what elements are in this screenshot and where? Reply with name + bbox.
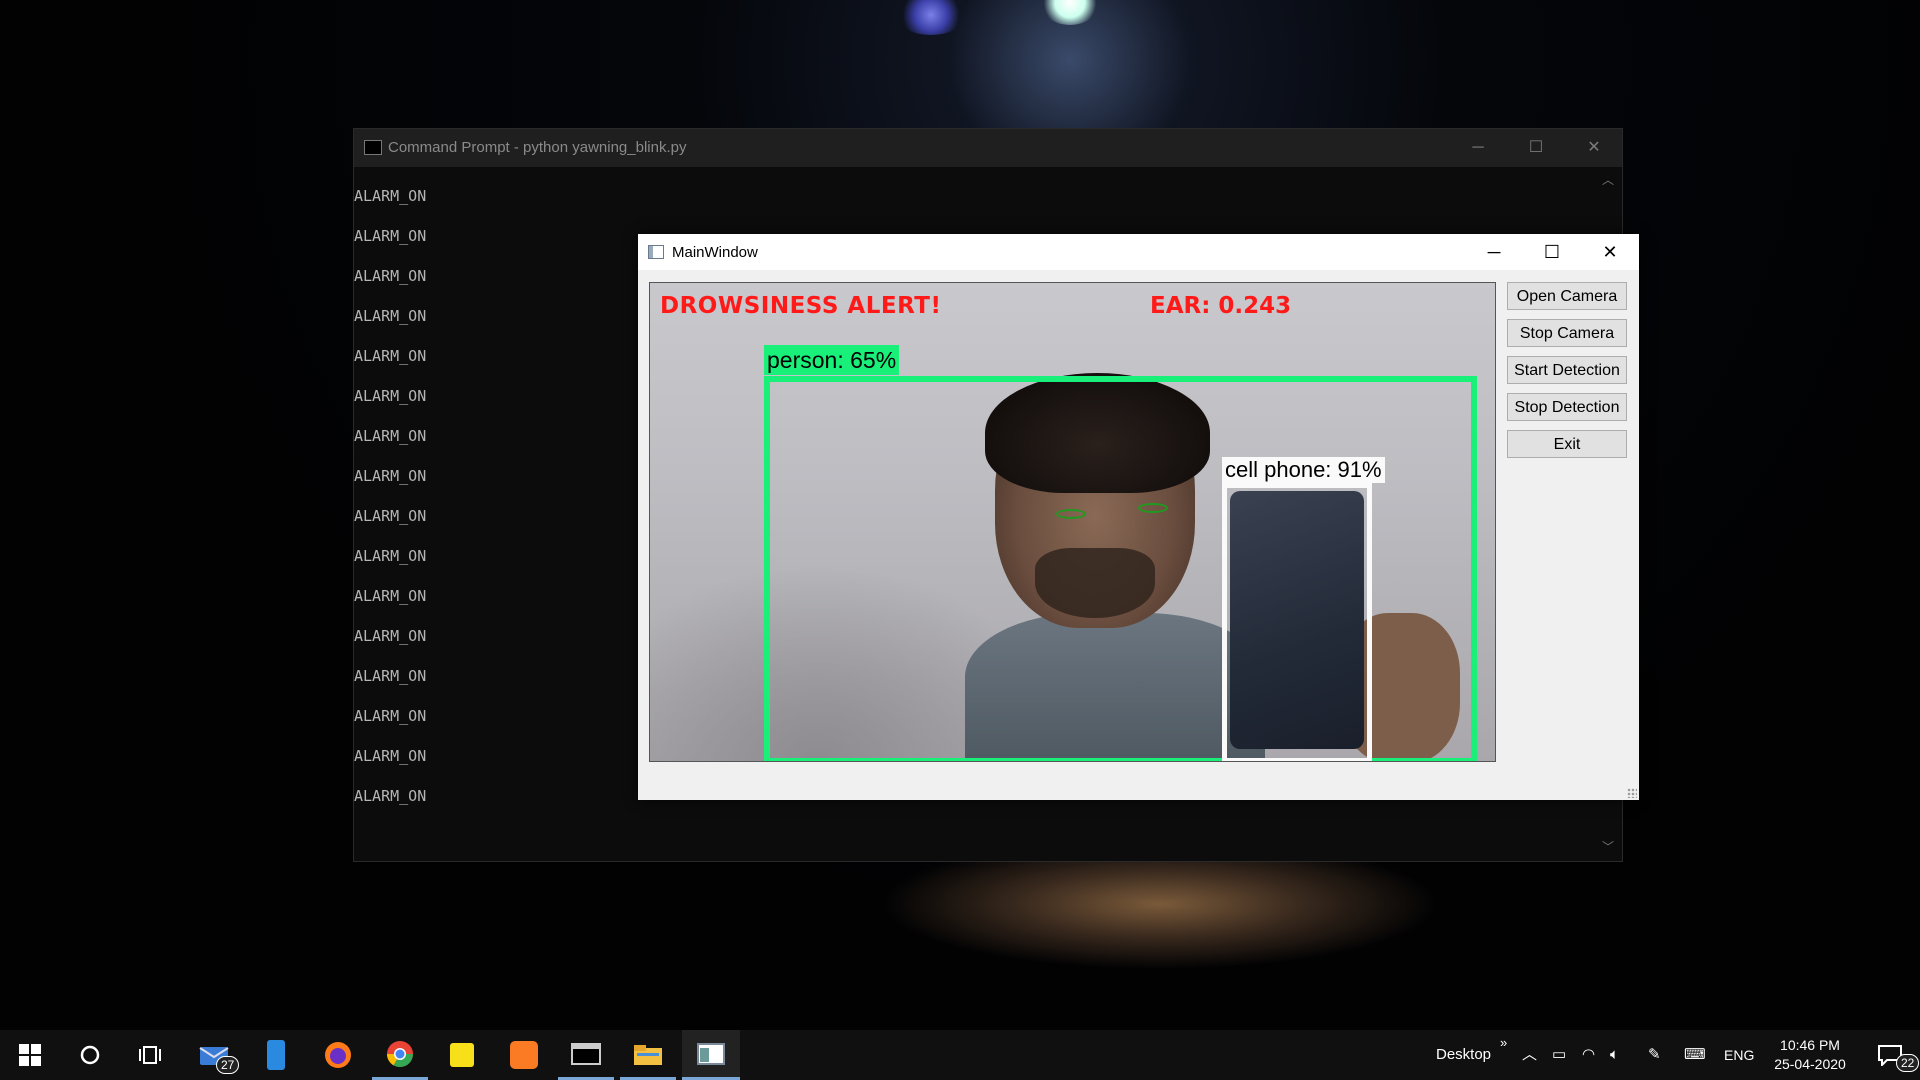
firefox-icon[interactable]: [310, 1030, 366, 1080]
background-light: [1040, 0, 1100, 25]
battery-icon[interactable]: ▭: [1552, 1030, 1566, 1080]
stop-camera-button[interactable]: Stop Camera: [1507, 319, 1627, 347]
cmd-minimize-button[interactable]: ─: [1449, 129, 1507, 167]
cmd-output-line: ALARM_ON: [354, 587, 427, 605]
phone-detection-label: cell phone: 91%: [1222, 457, 1385, 483]
mail-badge: 27: [216, 1056, 240, 1074]
main-window-title: MainWindow: [672, 244, 758, 261]
cmd-scroll-up-arrow[interactable]: ︿: [1602, 171, 1614, 188]
cmd-output-line: ALARM_ON: [354, 267, 427, 285]
cmd-output-line: ALARM_ON: [354, 427, 427, 445]
open-camera-button[interactable]: Open Camera: [1507, 282, 1627, 310]
stop-detection-button[interactable]: Stop Detection: [1507, 393, 1627, 421]
xampp-icon[interactable]: [496, 1030, 552, 1080]
file-explorer-icon[interactable]: [620, 1030, 676, 1080]
language-indicator[interactable]: ENG: [1724, 1030, 1754, 1080]
cmd-output-line: ALARM_ON: [354, 187, 427, 205]
cmd-output-line: ALARM_ON: [354, 627, 427, 645]
background-table: [880, 860, 1440, 970]
resize-grip-icon[interactable]: [1627, 788, 1637, 798]
phone-detection-box: [1222, 483, 1372, 761]
chrome-icon[interactable]: [372, 1030, 428, 1080]
cortana-icon[interactable]: [62, 1030, 118, 1080]
cmd-close-button[interactable]: ✕: [1565, 129, 1623, 167]
cmd-title: Command Prompt - python yawning_blink.py: [388, 139, 687, 156]
minimize-button[interactable]: ─: [1465, 234, 1523, 270]
cmd-output-line: ALARM_ON: [354, 747, 427, 765]
main-window[interactable]: MainWindow ─ ☐ ✕ DROWSINESS ALERT! EAR: …: [638, 234, 1639, 800]
cmd-output-line: ALARM_ON: [354, 707, 427, 725]
mainwindow-app-icon[interactable]: [682, 1030, 740, 1080]
cmd-title-bar[interactable]: Command Prompt - python yawning_blink.py…: [354, 129, 1622, 167]
mail-icon[interactable]: 27: [186, 1030, 242, 1080]
cmd-output-line: ALARM_ON: [354, 507, 427, 525]
clock-date: 25-04-2020: [1774, 1056, 1846, 1072]
cmd-output: ALARM_ON ALARM_ON ALARM_ON ALARM_ON ALAR…: [354, 187, 426, 827]
main-window-app-icon: [648, 245, 664, 259]
notification-count-badge: 22: [1896, 1054, 1920, 1072]
cmd-app-icon: [364, 140, 382, 155]
taskbar: 27 Desktop » ︿ ▭ ◠ 🔈︎ ✎ ⌨ ENG 10:46 PM 2…: [0, 1030, 1920, 1080]
cmd-maximize-button[interactable]: ☐: [1507, 129, 1565, 167]
drowsiness-alert-text: DROWSINESS ALERT!: [660, 293, 942, 319]
cmd-output-line: ALARM_ON: [354, 547, 427, 565]
clock-time: 10:46 PM: [1780, 1037, 1840, 1053]
exit-button[interactable]: Exit: [1507, 430, 1627, 458]
cmd-output-line: ALARM_ON: [354, 787, 427, 805]
start-detection-button[interactable]: Start Detection: [1507, 356, 1627, 384]
cmd-scroll-down-arrow[interactable]: ﹀: [1602, 838, 1614, 855]
control-panel: Open Camera Stop Camera Start Detection …: [1507, 282, 1627, 467]
task-view-icon[interactable]: [122, 1030, 178, 1080]
cmd-output-line: ALARM_ON: [354, 347, 427, 365]
pen-icon[interactable]: ✎: [1648, 1030, 1661, 1080]
notification-center-icon[interactable]: 22: [1862, 1030, 1920, 1080]
cmd-output-line: ALARM_ON: [354, 387, 427, 405]
person-detection-label: person: 65%: [764, 345, 900, 375]
desktop-chevron-icon[interactable]: »: [1500, 1018, 1507, 1068]
wifi-icon[interactable]: ◠: [1582, 1030, 1595, 1080]
terminal-icon[interactable]: [558, 1030, 614, 1080]
volume-icon[interactable]: 🔈︎: [1610, 1030, 1619, 1080]
camera-feed: DROWSINESS ALERT! EAR: 0.243 person: 65%…: [649, 282, 1496, 762]
close-button[interactable]: ✕: [1581, 234, 1639, 270]
phone-icon[interactable]: [248, 1030, 304, 1080]
desktop-toolbar-label[interactable]: Desktop: [1436, 1030, 1491, 1080]
windows-start-icon[interactable]: [2, 1030, 58, 1080]
sticky-notes-icon[interactable]: [434, 1030, 490, 1080]
show-hidden-icons-chevron-icon[interactable]: ︿: [1522, 1030, 1537, 1080]
keyboard-icon[interactable]: ⌨: [1684, 1030, 1706, 1080]
cmd-output-line: ALARM_ON: [354, 227, 427, 245]
main-window-title-bar[interactable]: MainWindow ─ ☐ ✕: [638, 234, 1639, 270]
clock[interactable]: 10:46 PM 25-04-2020: [1770, 1036, 1850, 1074]
maximize-button[interactable]: ☐: [1523, 234, 1581, 270]
cmd-output-line: ALARM_ON: [354, 667, 427, 685]
background-light: [896, 0, 966, 35]
ear-value-text: EAR: 0.243: [1150, 293, 1292, 319]
cmd-output-line: ALARM_ON: [354, 467, 427, 485]
cmd-output-line: ALARM_ON: [354, 307, 427, 325]
